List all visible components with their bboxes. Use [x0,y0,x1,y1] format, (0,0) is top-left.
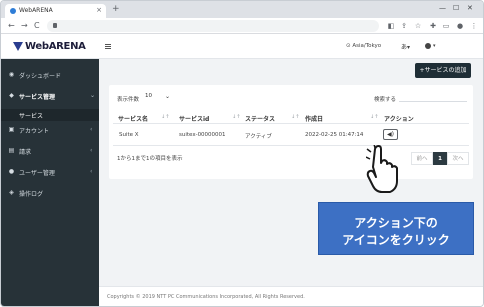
app-header: WebARENA ⊙ Asia/Tokyo あ▾ ▾ [1,34,483,59]
puzzle-icon[interactable]: ✚ [429,22,437,30]
sidebar-item-label: 操作ログ [19,191,44,198]
sidebar-item-label: アカウント [19,128,50,135]
chevron-down-icon: ⌄ [90,92,96,99]
sidebar-item-services[interactable]: ◆ サービス管理 ⌄ [1,89,99,103]
menu-icon[interactable]: ⋮ [470,22,478,30]
copyright-text: Copyrights © 2019 NTT PC Communications … [107,294,305,300]
table-info: 1から1まで1の項目を表示 [117,156,183,162]
billing-icon: ▤ [8,147,15,154]
extension-icon[interactable]: ◧ [387,22,395,30]
share-icon[interactable]: ⇪ [400,22,408,30]
language-selector[interactable]: あ▾ [401,42,410,51]
sidebar-item-account[interactable]: ▣ アカウント ‹ [1,123,99,137]
address-bar: ← → C ◧ ⇪ ☆ ✚ ▭ ● ⋮ [1,18,483,34]
page-size-select[interactable]: 10 ⌄ [145,93,173,103]
logo[interactable]: WebARENA [25,41,86,52]
footer: Copyrights © 2019 NTT PC Communications … [99,286,483,306]
logo-mark-icon [13,42,23,51]
pager-page-1[interactable]: 1 [433,152,447,165]
sidebar-item-users[interactable]: ● ユーザー管理 ‹ [1,165,99,179]
sort-icon[interactable]: ↓↑ [232,114,240,120]
reload-icon[interactable]: C [34,21,40,30]
tab-title: WebARENA [19,7,53,14]
cell-created: 2022-02-25 01:47:14 [305,132,364,138]
sort-icon[interactable]: ↓↑ [370,114,378,120]
column-header-action: アクション [384,116,414,123]
chevron-down-icon: ⌄ [165,93,171,100]
sidebar-subitem-label: サービス [19,113,44,120]
services-icon: ◆ [9,92,14,99]
cell-service-name: Suite X [119,132,139,138]
cell-status: アクティブ [245,134,272,140]
profile-icon[interactable]: ● [456,22,464,30]
lock-icon [53,23,57,28]
log-icon: ◈ [9,189,14,196]
sidebar-item-billing[interactable]: ▤ 請求 ‹ [1,144,99,158]
user-avatar-icon[interactable] [425,43,431,49]
star-icon[interactable]: ☆ [414,22,422,30]
table-divider [113,123,469,124]
page-size-value: 10 [145,93,152,99]
timezone-selector[interactable]: ⊙ Asia/Tokyo [346,43,381,49]
callout-line-1: アクション下の [354,216,438,230]
maximize-icon[interactable]: ☐ [453,4,459,12]
favicon-icon [10,8,16,14]
window-close-icon[interactable]: ✕ [467,4,473,12]
sidebar-item-label: ダッシュボード [19,73,62,80]
sidepanel-icon[interactable]: ▭ [442,22,450,30]
search-label: 検索する [374,97,397,103]
speaker-icon: ◀) [387,131,394,138]
column-header-created[interactable]: 作成日 [305,114,323,123]
minimize-icon[interactable]: — [439,4,446,12]
add-service-button[interactable]: +サービスの追加 [415,63,471,78]
browser-tab[interactable]: WebARENA × [5,4,106,18]
sidebar-item-label: サービス管理 [19,94,56,101]
search-input[interactable] [399,92,467,102]
page-size-label: 表示件数 [117,97,140,103]
pager-next[interactable]: 次へ [447,152,469,165]
cell-service-id: suitex-00000001 [179,132,226,138]
sidebar-subitem-service[interactable]: サービス [1,109,99,121]
hamburger-icon[interactable] [105,44,111,49]
user-caret-icon[interactable]: ▾ [433,43,436,49]
tab-strip: WebARENA × + — ☐ ✕ [1,1,483,18]
action-button[interactable]: ◀) [383,129,398,140]
chevron-left-icon: ‹ [90,126,93,133]
sidebar-item-dashboard[interactable]: ◉ ダッシュボード [1,68,99,82]
sidebar-item-log[interactable]: ◈ 操作ログ [1,186,99,200]
new-tab-button[interactable]: + [112,5,120,14]
url-field[interactable] [47,20,379,32]
users-icon: ● [8,168,15,175]
back-icon[interactable]: ← [8,21,15,30]
pointing-hand-icon [366,145,398,193]
forward-icon[interactable]: → [21,21,28,30]
close-tab-icon[interactable]: × [96,6,102,14]
chevron-left-icon: ‹ [90,147,93,154]
browser-window: WebARENA × + — ☐ ✕ ← → C ◧ ⇪ ☆ ✚ ▭ ● ⋮ W… [0,0,484,307]
account-icon: ▣ [8,126,15,133]
column-header-id[interactable]: サービスid [179,114,209,123]
sort-icon[interactable]: ↓↑ [161,114,169,120]
sort-icon[interactable]: ↓↑ [291,114,299,120]
callout-line-2: アイコンをクリック [342,233,450,247]
column-header-status[interactable]: ステータス [245,114,275,123]
chevron-left-icon: ‹ [90,168,93,175]
sidebar-item-label: ユーザー管理 [19,170,55,177]
dashboard-icon: ◉ [8,71,15,78]
column-header-name[interactable]: サービス名 [118,114,148,123]
sidebar-item-label: 請求 [19,149,32,156]
instruction-callout: アクション下の アイコンをクリック [318,202,474,255]
